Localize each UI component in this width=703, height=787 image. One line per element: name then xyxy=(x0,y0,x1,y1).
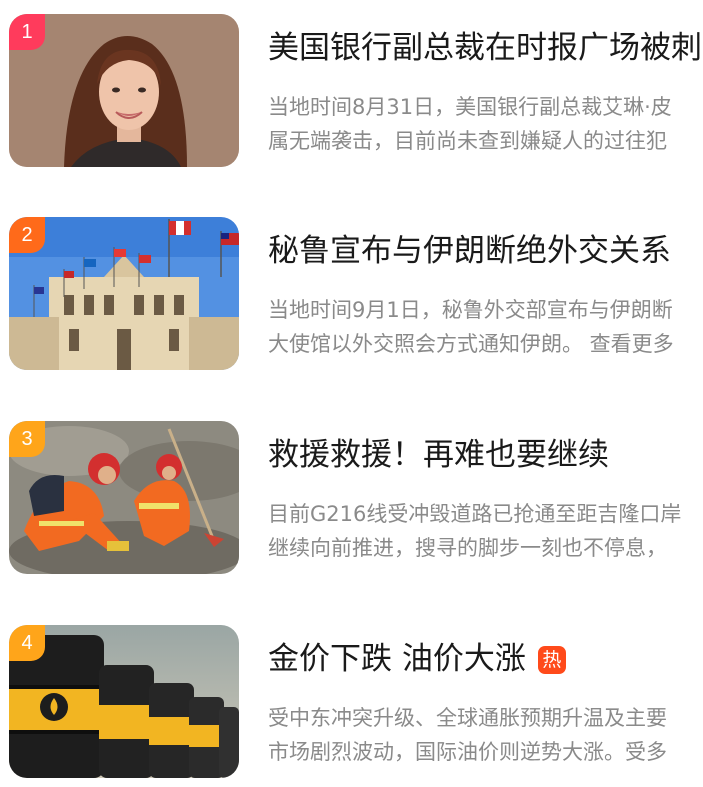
summary-line-2: 继续向前推进，搜寻的脚步一刻也不停息， xyxy=(268,536,667,560)
news-item-2[interactable]: 2 秘鲁宣布与伊朗断绝外交关系 当地时间9月1日，秘鲁外交部宣布与伊朗断 大使馆… xyxy=(0,217,703,371)
summary-line-1: 目前G216线受冲毁道路已抢通至距吉隆口岸 xyxy=(268,502,682,526)
news-thumbnail[interactable]: 2 xyxy=(9,217,239,370)
rank-badge: 2 xyxy=(9,217,45,253)
hot-tag: 热 xyxy=(537,646,566,674)
news-item-1[interactable]: 1 美国银行副总裁在时报广场被刺 当地时间8月31日，美国银行副总裁艾琳·皮 属… xyxy=(0,14,703,168)
news-summary: 当地时间8月31日，美国银行副总裁艾琳·皮 属无端袭击，目前尚未查到嫌疑人的过往… xyxy=(268,90,703,158)
rank-badge: 3 xyxy=(9,421,45,457)
news-list: 1 美国银行副总裁在时报广场被刺 当地时间8月31日，美国银行副总裁艾琳·皮 属… xyxy=(0,0,703,787)
news-item-3[interactable]: 3 救援救援！再难也要继续 目前G216线受冲毁道路已抢通至距吉隆口岸 继续向前… xyxy=(0,421,703,575)
summary-line-2: 大使馆以外交照会方式通知伊朗。 查看更多 xyxy=(268,332,674,356)
summary-line-2: 属无端袭击，目前尚未查到嫌疑人的过往犯 xyxy=(268,129,667,153)
news-thumbnail[interactable]: 3 xyxy=(9,421,239,574)
news-title[interactable]: 秘鲁宣布与伊朗断绝外交关系 xyxy=(268,231,671,271)
news-title[interactable]: 救援救援！再难也要继续 xyxy=(268,435,609,475)
summary-line-1: 当地时间9月1日，秘鲁外交部宣布与伊朗断 xyxy=(268,298,673,322)
news-summary: 受中东冲突升级、全球通胀预期升温及主要 市场剧烈波动，国际油价则逆势大涨。受多 xyxy=(268,701,703,769)
news-title[interactable]: 美国银行副总裁在时报广场被刺 xyxy=(268,28,702,68)
summary-line-1: 受中东冲突升级、全球通胀预期升温及主要 xyxy=(268,706,667,730)
news-thumbnail[interactable]: 1 xyxy=(9,14,239,167)
news-item-4[interactable]: 4 金价下跌 油价大涨热 受中东冲突升级、全球通胀预期升温及主要 市场剧烈波动，… xyxy=(0,625,703,779)
news-title[interactable]: 金价下跌 油价大涨热 xyxy=(268,639,566,679)
news-summary: 目前G216线受冲毁道路已抢通至距吉隆口岸 继续向前推进，搜寻的脚步一刻也不停息… xyxy=(268,497,703,565)
summary-line-2: 市场剧烈波动，国际油价则逆势大涨。受多 xyxy=(268,740,667,764)
rank-badge: 4 xyxy=(9,625,45,661)
news-thumbnail[interactable]: 4 xyxy=(9,625,239,778)
news-summary: 当地时间9月1日，秘鲁外交部宣布与伊朗断 大使馆以外交照会方式通知伊朗。 查看更… xyxy=(268,293,703,361)
news-title-text: 金价下跌 油价大涨 xyxy=(268,641,526,677)
summary-line-1: 当地时间8月31日，美国银行副总裁艾琳·皮 xyxy=(268,95,672,119)
rank-badge: 1 xyxy=(9,14,45,50)
